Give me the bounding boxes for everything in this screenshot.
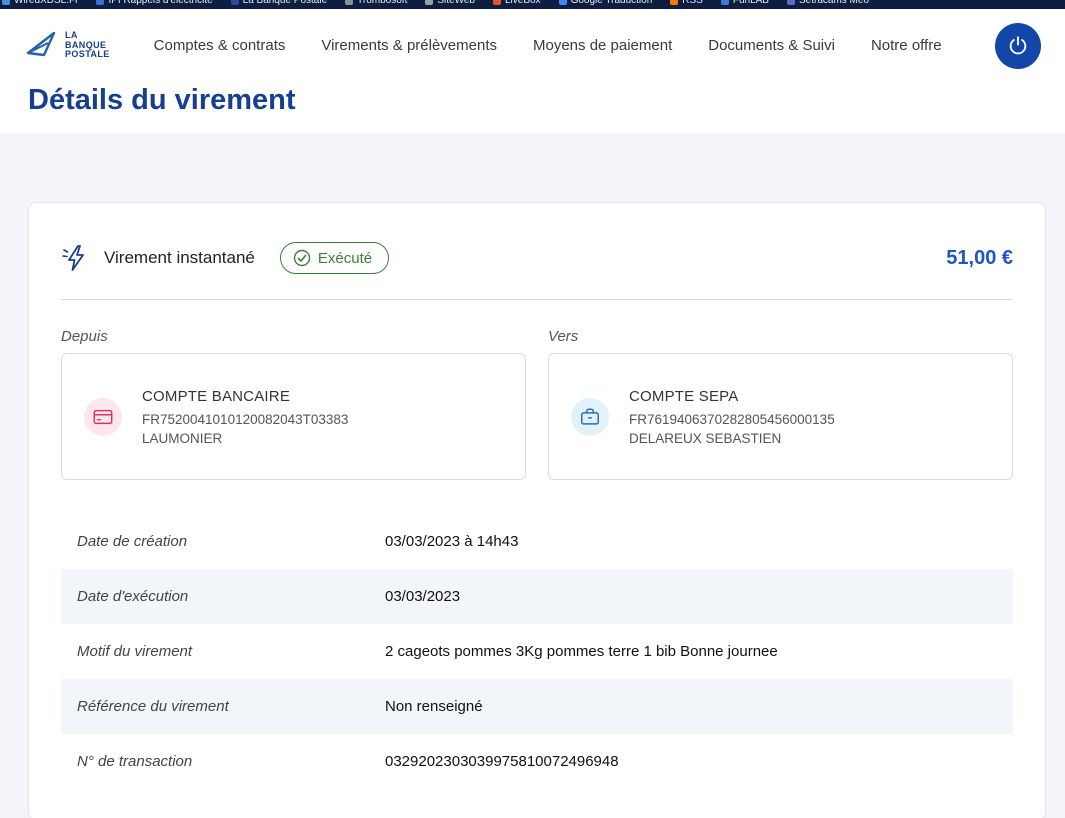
to-section-label: Vers bbox=[548, 328, 1013, 345]
to-account-column: Vers COMPTE SEPA FR761940637028280545600… bbox=[548, 328, 1013, 480]
to-account-info: COMPTE SEPA FR7619406370282805456000135 … bbox=[629, 388, 835, 446]
page-title: Détails du virement bbox=[28, 84, 1037, 117]
bank-card-icon bbox=[84, 398, 122, 436]
bookmark-item[interactable]: IPI Rappels d'électricité bbox=[96, 0, 212, 6]
transfer-details-card: Virement instantané Exécuté 51,00 € Depu… bbox=[28, 202, 1046, 818]
favicon bbox=[425, 0, 433, 5]
transfer-amount: 51,00 € bbox=[946, 247, 1013, 270]
to-account-box: COMPTE SEPA FR7619406370282805456000135 … bbox=[548, 353, 1013, 480]
status-badge: Exécuté bbox=[280, 242, 389, 274]
detail-value: 03/03/2023 bbox=[385, 588, 460, 605]
accounts-section: Depuis COMPTE BANCAIRE FR752004101012008… bbox=[61, 328, 1013, 480]
from-account-column: Depuis COMPTE BANCAIRE FR752004101012008… bbox=[61, 328, 526, 480]
detail-label: Référence du virement bbox=[77, 698, 385, 715]
bookmark-label: Google Traduction bbox=[571, 0, 653, 6]
bookmark-label: IPI Rappels d'électricité bbox=[108, 0, 212, 6]
bookmark-item[interactable]: Setracams Meo bbox=[787, 0, 869, 6]
favicon bbox=[96, 0, 104, 5]
site-header: LA BANQUE POSTALE Comptes & contrats Vir… bbox=[0, 9, 1065, 82]
power-icon bbox=[1007, 35, 1029, 57]
detail-row-motif: Motif du virement 2 cageots pommes 3Kg p… bbox=[61, 624, 1013, 679]
detail-value: 2 cageots pommes 3Kg pommes terre 1 bib … bbox=[385, 643, 778, 660]
bookmark-item[interactable]: WiredXDSL.Fr bbox=[2, 0, 78, 6]
page-background: Virement instantané Exécuté 51,00 € Depu… bbox=[0, 133, 1065, 818]
logout-button[interactable] bbox=[995, 23, 1041, 69]
to-account-holder: DELAREUX SEBASTIEN bbox=[629, 431, 835, 446]
browser-bookmarks-bar: WiredXDSL.Fr IPI Rappels d'électricité L… bbox=[0, 0, 1065, 9]
bank-logo[interactable]: LA BANQUE POSTALE bbox=[24, 31, 110, 61]
bookmark-item[interactable]: Trombosoft bbox=[345, 0, 407, 6]
from-account-iban: FR7520041010120082043T03383 bbox=[142, 412, 348, 427]
divider bbox=[61, 299, 1013, 300]
transfer-summary-row: Virement instantané Exécuté 51,00 € bbox=[61, 235, 1013, 281]
bookmarks-list: WiredXDSL.Fr IPI Rappels d'électricité L… bbox=[2, 0, 869, 6]
favicon bbox=[721, 0, 729, 5]
bookmark-item[interactable]: Google Traduction bbox=[559, 0, 653, 6]
bank-logo-icon bbox=[24, 31, 58, 59]
favicon bbox=[559, 0, 567, 5]
bookmark-label: WiredXDSL.Fr bbox=[14, 0, 78, 6]
bookmark-label: Trombosoft bbox=[357, 0, 407, 6]
detail-label: N° de transaction bbox=[77, 753, 385, 770]
detail-row-execution-date: Date d'exécution 03/03/2023 bbox=[61, 569, 1013, 624]
status-label: Exécuté bbox=[318, 250, 372, 267]
to-account-name: COMPTE SEPA bbox=[629, 388, 835, 405]
from-section-label: Depuis bbox=[61, 328, 526, 345]
detail-label: Date de création bbox=[77, 533, 385, 550]
nav-virements-prelevements[interactable]: Virements & prélèvements bbox=[321, 37, 497, 54]
detail-value: 0329202303039975810072496948 bbox=[385, 753, 619, 770]
favicon bbox=[670, 0, 678, 5]
detail-label: Date d'exécution bbox=[77, 588, 385, 605]
transfer-type-label: Virement instantané bbox=[104, 248, 255, 268]
favicon bbox=[493, 0, 501, 5]
favicon bbox=[345, 0, 353, 5]
nav-documents-suivi[interactable]: Documents & Suivi bbox=[708, 37, 835, 54]
main-nav: Comptes & contrats Virements & prélèveme… bbox=[154, 37, 942, 54]
bookmark-label: LiveBox bbox=[505, 0, 541, 6]
detail-label: Motif du virement bbox=[77, 643, 385, 660]
bookmark-label: SiteWeb bbox=[437, 0, 475, 6]
wallet-icon bbox=[571, 398, 609, 436]
bookmark-label: FunLAB bbox=[733, 0, 769, 6]
from-account-name: COMPTE BANCAIRE bbox=[142, 388, 348, 405]
transfer-details-list: Date de création 03/03/2023 à 14h43 Date… bbox=[61, 514, 1013, 789]
detail-row-creation-date: Date de création 03/03/2023 à 14h43 bbox=[61, 514, 1013, 569]
bookmark-item[interactable]: La Banque Postale bbox=[231, 0, 328, 6]
from-account-info: COMPTE BANCAIRE FR7520041010120082043T03… bbox=[142, 388, 348, 446]
nav-moyens-paiement[interactable]: Moyens de paiement bbox=[533, 37, 672, 54]
bookmark-label: RSS bbox=[682, 0, 703, 6]
nav-notre-offre[interactable]: Notre offre bbox=[871, 37, 942, 54]
favicon bbox=[787, 0, 795, 5]
bookmark-label: Setracams Meo bbox=[799, 0, 869, 6]
bank-logo-text: LA BANQUE POSTALE bbox=[65, 31, 110, 61]
instant-transfer-icon bbox=[61, 243, 91, 273]
check-circle-icon bbox=[293, 249, 311, 267]
bookmark-item[interactable]: FunLAB bbox=[721, 0, 769, 6]
nav-comptes-contrats[interactable]: Comptes & contrats bbox=[154, 37, 286, 54]
bookmark-label: La Banque Postale bbox=[243, 0, 328, 6]
title-band: Détails du virement bbox=[0, 82, 1065, 133]
detail-value: 03/03/2023 à 14h43 bbox=[385, 533, 518, 550]
to-account-iban: FR7619406370282805456000135 bbox=[629, 412, 835, 427]
bookmark-item[interactable]: SiteWeb bbox=[425, 0, 475, 6]
favicon bbox=[231, 0, 239, 5]
bookmark-item[interactable]: LiveBox bbox=[493, 0, 541, 6]
bookmark-item[interactable]: RSS bbox=[670, 0, 703, 6]
from-account-box: COMPTE BANCAIRE FR7520041010120082043T03… bbox=[61, 353, 526, 480]
from-account-holder: LAUMONIER bbox=[142, 431, 348, 446]
detail-row-reference: Référence du virement Non renseigné bbox=[61, 679, 1013, 734]
detail-row-transaction-number: N° de transaction 0329202303039975810072… bbox=[61, 734, 1013, 789]
detail-value: Non renseigné bbox=[385, 698, 483, 715]
favicon bbox=[2, 0, 10, 5]
